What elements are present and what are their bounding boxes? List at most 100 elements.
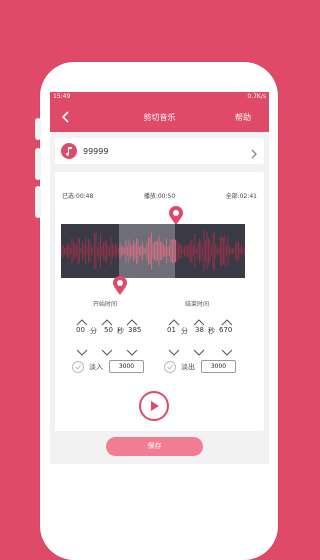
end-seconds: 38 — [195, 326, 204, 334]
waveform-bar — [187, 246, 188, 256]
waveform-bar — [95, 232, 97, 270]
save-button[interactable]: 保存 — [106, 437, 203, 456]
music-note-icon — [61, 143, 77, 159]
waveform-bar — [139, 246, 140, 256]
fade-in-row: 淡入 3000 — [72, 360, 144, 373]
waveform-bar — [148, 237, 149, 265]
song-selector[interactable]: 99999 — [55, 138, 264, 164]
waveform-bar — [217, 248, 218, 254]
waveform-bar — [199, 238, 200, 264]
waveform-bar — [115, 243, 116, 259]
fade-out-label: 淡出 — [181, 362, 195, 371]
waveform-bar — [119, 243, 121, 259]
waveform-bar — [175, 239, 176, 263]
waveform-bar — [143, 247, 145, 255]
start-minutes: 00 — [76, 326, 85, 334]
waveform-bar — [83, 245, 85, 257]
waveform-bar — [184, 245, 185, 257]
start-sec-unit: 秒 — [117, 327, 124, 335]
waveform-bar — [112, 243, 113, 259]
waveform-bar — [98, 241, 100, 261]
waveform-bar — [212, 233, 214, 269]
waveform-bar — [65, 246, 67, 256]
waveform-bar — [167, 247, 169, 255]
play-button[interactable] — [139, 391, 169, 421]
help-button[interactable]: 帮助 — [235, 112, 251, 123]
waveform-bar — [92, 248, 94, 254]
chevron-down-icon[interactable] — [168, 342, 180, 361]
start-milliseconds: 385 — [128, 326, 142, 334]
fade-in-input[interactable]: 3000 — [109, 360, 144, 373]
fade-out-check-icon[interactable] — [164, 360, 176, 373]
chevron-down-icon[interactable] — [193, 342, 205, 361]
waveform-bar — [190, 239, 191, 263]
time-info-row: 已选:00:48 播放:00:50 全部:02:41 — [62, 191, 257, 200]
waveform-bar — [238, 241, 239, 261]
start-marker-pin-icon[interactable] — [112, 276, 128, 300]
status-speed: 0.7K/s — [247, 93, 266, 100]
waveform-bar — [103, 242, 104, 260]
app-bar: 剪切音乐 帮助 — [50, 102, 269, 132]
end-sec-unit: 秒 — [208, 327, 215, 335]
waveform-bar — [215, 243, 217, 259]
chevron-down-icon[interactable] — [221, 342, 233, 361]
waveform-bar — [191, 238, 193, 264]
waveform-bar — [179, 244, 181, 258]
waveform-bar — [206, 231, 208, 271]
waveform-bar — [94, 232, 95, 270]
waveform-bar — [244, 246, 245, 256]
status-bar: 15:49 0.7K/s — [50, 92, 269, 102]
waveform-bar — [136, 237, 137, 265]
waveform-bar — [205, 240, 206, 262]
editor-card: 已选:00:48 播放:00:50 全部:02:41 开始时间 结束时间 00 … — [55, 172, 264, 431]
start-min-unit: 分 — [90, 327, 97, 335]
waveform-bar — [242, 248, 244, 254]
waveform-bar — [107, 245, 109, 257]
waveform-bar — [127, 246, 128, 256]
waveform-bar — [62, 244, 64, 258]
chevron-down-icon[interactable] — [76, 342, 88, 361]
fade-out-input[interactable]: 3000 — [201, 360, 236, 373]
waveform-bar — [233, 248, 235, 254]
waveform-bar — [196, 248, 197, 254]
waveform-bar — [140, 245, 142, 257]
waveform-bar — [67, 244, 68, 258]
waveform-bar — [110, 236, 112, 266]
waveform-bar — [218, 246, 220, 256]
waveform-bar — [134, 243, 136, 259]
waveform-bar — [209, 239, 211, 263]
fade-in-check-icon[interactable] — [72, 360, 84, 373]
waveform-bar — [151, 232, 152, 270]
waveform-bar — [97, 246, 98, 256]
waveform-bar — [200, 240, 202, 262]
waveform-bar — [230, 248, 232, 254]
waveform[interactable] — [61, 224, 245, 278]
waveform-bar — [74, 243, 76, 259]
waveform-bar — [124, 248, 125, 254]
waveform-bar — [221, 236, 223, 266]
waveform-bars — [61, 229, 245, 273]
start-time-label: 开始时间 — [93, 301, 118, 308]
waveform-bar — [137, 239, 139, 263]
waveform-bar — [178, 242, 179, 260]
waveform-bar — [88, 239, 89, 263]
waveform-bar — [152, 243, 154, 259]
waveform-bar — [85, 237, 86, 265]
phone-side-button — [35, 118, 41, 140]
waveform-bar — [188, 244, 190, 258]
chevron-down-icon[interactable] — [101, 342, 113, 361]
waveform-bar — [76, 244, 77, 258]
waveform-bar — [227, 236, 229, 266]
waveform-bar — [64, 248, 65, 254]
waveform-bar — [146, 241, 148, 261]
waveform-bar — [163, 244, 164, 258]
waveform-bar — [194, 233, 196, 269]
chevron-down-icon[interactable] — [126, 342, 138, 361]
waveform-bar — [197, 242, 199, 260]
waveform-bar — [89, 240, 91, 262]
waveform-bar — [214, 231, 215, 271]
waveform-bar — [164, 245, 166, 257]
status-time: 15:49 — [53, 93, 71, 100]
waveform-bar — [202, 247, 203, 255]
waveform-bar — [226, 245, 227, 257]
